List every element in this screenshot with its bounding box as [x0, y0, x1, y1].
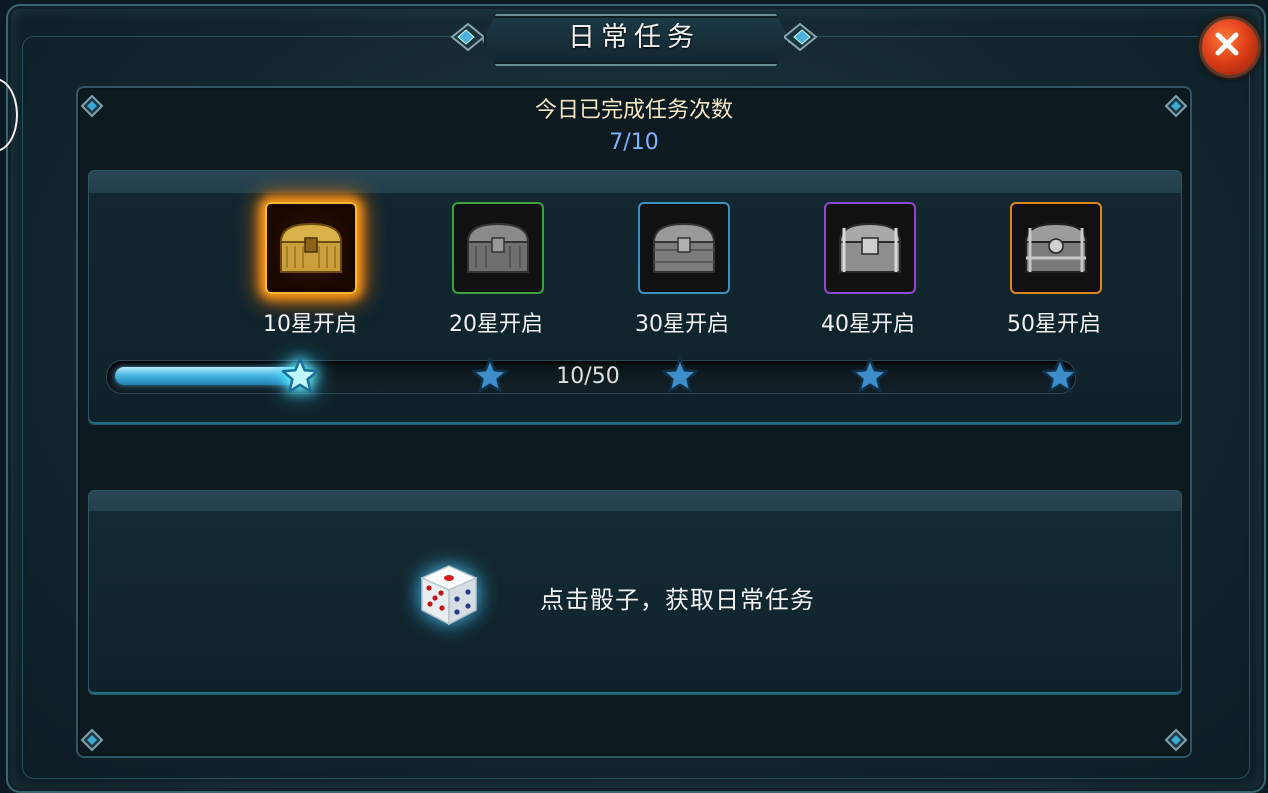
star-milestone-icon — [660, 356, 700, 396]
ornament-right-icon — [784, 22, 818, 52]
chest-frame — [265, 202, 357, 294]
star-progress-fill — [115, 367, 301, 385]
corner-ornament-icon — [1164, 94, 1188, 118]
chest-label: 20星开启 — [449, 312, 543, 337]
chest-label: 10星开启 — [263, 312, 357, 337]
star-milestone-icon — [470, 356, 510, 396]
chest-icon — [466, 222, 530, 273]
close-button[interactable] — [1199, 16, 1261, 78]
completed-count-value: 7/10 — [609, 130, 659, 155]
dialog-title: 日常任务 — [568, 22, 700, 53]
chest-label: 50星开启 — [1007, 312, 1101, 337]
completed-count-label: 今日已完成任务次数 — [534, 98, 733, 123]
chest-50-star[interactable] — [1010, 202, 1102, 294]
dice-button[interactable] — [414, 560, 484, 630]
chest-icon — [1024, 222, 1088, 273]
chest-label: 30星开启 — [635, 312, 729, 337]
chest-10-star[interactable] — [265, 202, 357, 294]
star-progress-text: 10/50 — [556, 364, 620, 389]
corner-ornament-icon — [80, 728, 104, 752]
chest-icon — [652, 222, 716, 273]
chest-40-star[interactable] — [824, 202, 916, 294]
dice-icon — [420, 565, 478, 626]
chest-icon — [838, 222, 902, 273]
chest-frame — [452, 202, 544, 294]
chest-30-star[interactable] — [638, 202, 730, 294]
dice-hint-text: 点击骰子，获取日常任务 — [540, 586, 815, 614]
star-milestone-icon — [280, 356, 320, 396]
chest-20-star[interactable] — [452, 202, 544, 294]
title-plate: 日常任务 — [446, 12, 822, 68]
star-milestone-icon — [1040, 356, 1080, 396]
gold-chest-icon — [279, 222, 343, 273]
ornament-left-icon — [450, 22, 484, 52]
star-milestone-icon — [850, 356, 890, 396]
chest-frame — [824, 202, 916, 294]
chest-frame — [638, 202, 730, 294]
chest-frame — [1010, 202, 1102, 294]
corner-ornament-icon — [80, 94, 104, 118]
close-icon — [1215, 32, 1239, 56]
corner-ornament-icon — [1164, 728, 1188, 752]
chest-label: 40星开启 — [821, 312, 915, 337]
